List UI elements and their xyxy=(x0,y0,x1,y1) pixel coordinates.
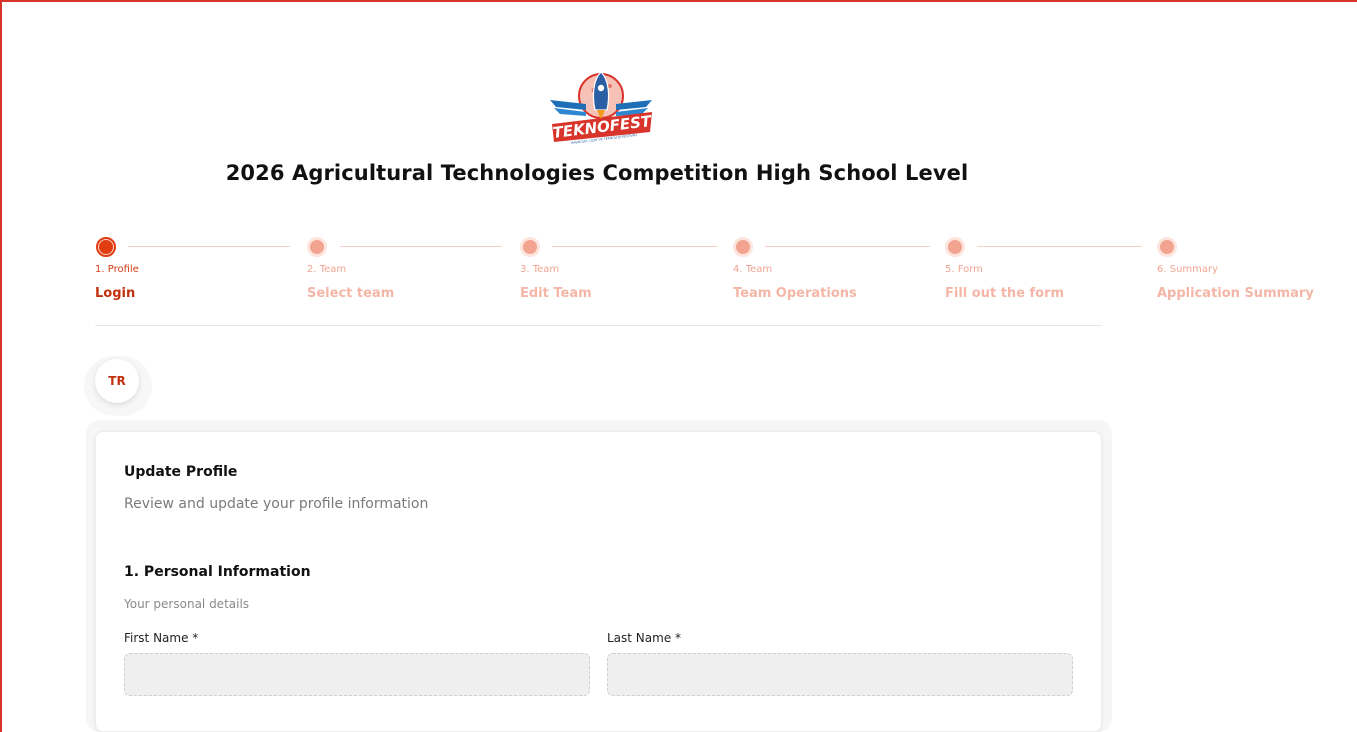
card-subtitle: Review and update your profile informati… xyxy=(124,496,429,512)
step-6-number: 6. Summary xyxy=(1157,264,1219,275)
progress-stepper: 1. Profile Login 2. Team Select team 3. … xyxy=(0,0,1357,330)
step-1-indicator[interactable] xyxy=(96,237,116,257)
step-3-number: 3. Team xyxy=(520,264,560,275)
step-2-indicator[interactable] xyxy=(307,237,327,257)
first-name-label: First Name * xyxy=(124,631,199,645)
last-name-label: Last Name * xyxy=(607,631,682,645)
step-6-label[interactable]: Application Summary xyxy=(1157,286,1314,301)
step-connector xyxy=(552,246,717,247)
step-4-indicator[interactable] xyxy=(733,237,753,257)
first-name-field[interactable] xyxy=(124,653,590,696)
step-1-number: 1. Profile xyxy=(95,264,139,275)
step-6-indicator[interactable] xyxy=(1157,237,1177,257)
card-title: Update Profile xyxy=(124,464,238,480)
step-5-label[interactable]: Fill out the form xyxy=(945,286,1064,301)
step-4-label[interactable]: Team Operations xyxy=(733,286,857,301)
step-2-label[interactable]: Select team xyxy=(307,286,394,301)
step-connector xyxy=(977,246,1142,247)
step-5-indicator[interactable] xyxy=(945,237,965,257)
step-2-number: 2. Team xyxy=(307,264,347,275)
section-subtitle: Your personal details xyxy=(124,597,250,611)
step-connector xyxy=(340,246,502,247)
step-3-indicator[interactable] xyxy=(520,237,540,257)
step-3-label[interactable]: Edit Team xyxy=(520,286,592,301)
step-5-number: 5. Form xyxy=(945,264,983,275)
language-toggle-button[interactable]: TR xyxy=(95,359,139,403)
step-4-number: 4. Team xyxy=(733,264,773,275)
step-1-label[interactable]: Login xyxy=(95,286,135,301)
stepper-divider xyxy=(95,325,1102,326)
section-title: 1. Personal Information xyxy=(124,564,311,580)
step-connector xyxy=(765,246,930,247)
last-name-field[interactable] xyxy=(607,653,1073,696)
step-connector xyxy=(128,246,290,247)
